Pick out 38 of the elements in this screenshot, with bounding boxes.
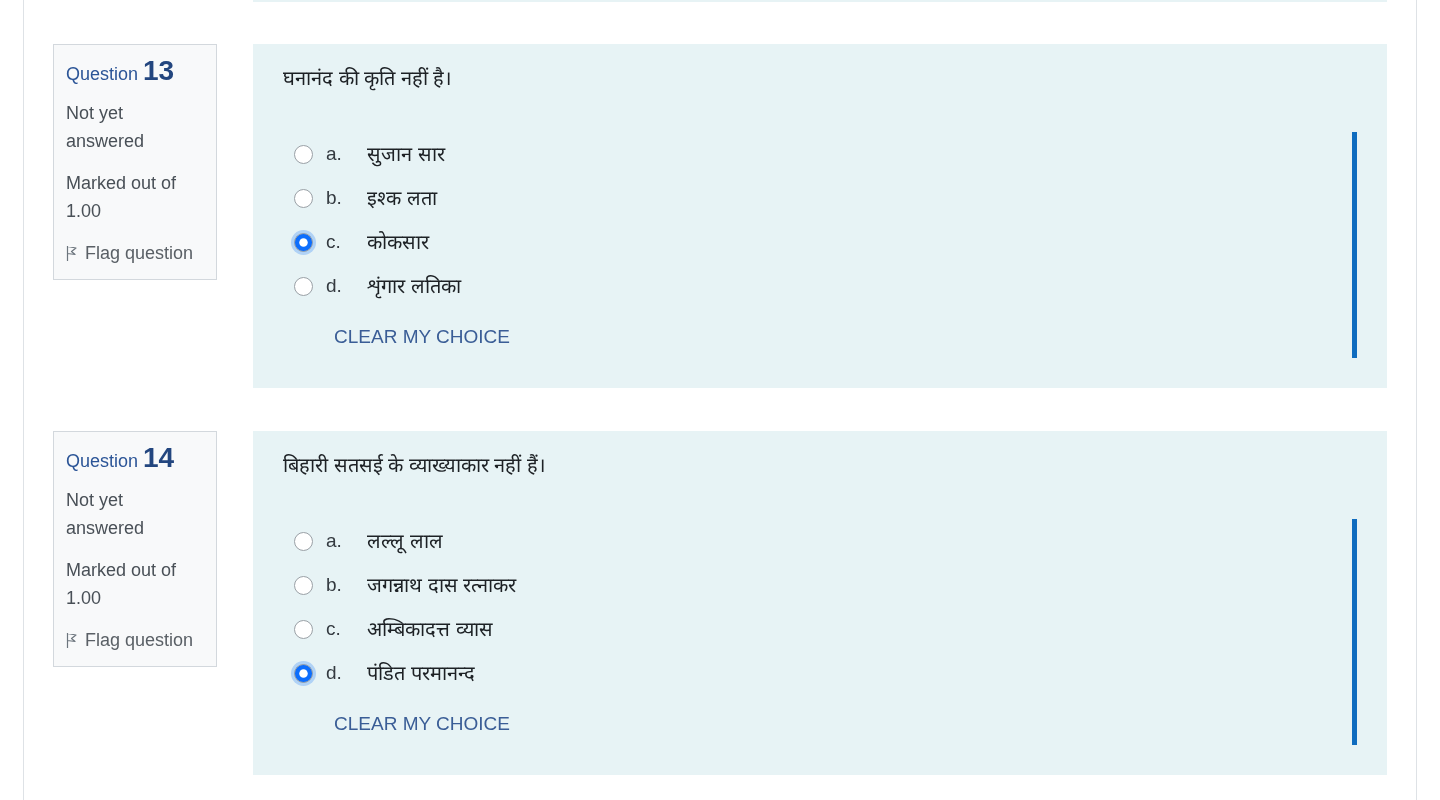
radio-button[interactable]	[294, 619, 313, 639]
marks-text: Marked out of 1.00	[66, 172, 178, 223]
option-text[interactable]: सुजान सार	[367, 139, 445, 169]
question-heading: Question 13	[66, 55, 176, 88]
flag-question-link[interactable]: Flag question	[66, 626, 198, 654]
question-text: घनानंद की कृति नहीं है।	[283, 66, 454, 93]
option-letter: b.	[326, 185, 343, 210]
clear-choice-button[interactable]: CLEAR MY CHOICE	[326, 706, 518, 742]
option-text[interactable]: जगन्नाथ दास रत्नाकर	[367, 570, 517, 600]
option-text[interactable]: इश्क लता	[367, 183, 437, 213]
status-text: Not yet answered	[66, 489, 146, 540]
option-letter: a.	[326, 141, 343, 166]
option-letter: c.	[326, 229, 342, 254]
option-text[interactable]: पंडित परमानन्द	[367, 658, 475, 688]
marks-text: Marked out of 1.00	[66, 559, 178, 610]
question-heading: Question 14	[66, 442, 176, 475]
radio-button[interactable]	[294, 188, 313, 208]
option-letter: b.	[326, 572, 343, 597]
radio-button[interactable]	[294, 575, 313, 595]
option-text[interactable]: अम्बिकादत्त व्यास	[367, 614, 493, 644]
question-text: बिहारी सतसई के व्याख्याकार नहीं हैं।	[283, 453, 547, 478]
option-letter: d.	[326, 273, 343, 298]
option-text[interactable]: लल्लू लाल	[367, 526, 443, 556]
flag-icon	[66, 631, 77, 649]
flag-icon	[66, 244, 77, 262]
radio-button[interactable]	[294, 663, 313, 683]
flag-question-link[interactable]: Flag question	[66, 239, 198, 267]
radio-button[interactable]	[294, 232, 313, 252]
option-letter: c.	[326, 616, 342, 641]
option-letter: d.	[326, 660, 343, 685]
radio-button[interactable]	[294, 531, 313, 551]
radio-button[interactable]	[294, 276, 313, 296]
status-text: Not yet answered	[66, 102, 146, 153]
clear-choice-button[interactable]: CLEAR MY CHOICE	[326, 319, 518, 355]
option-text[interactable]: शृंगार लतिका	[367, 271, 461, 301]
radio-button[interactable]	[294, 144, 313, 164]
option-text[interactable]: कोकसार	[367, 227, 429, 257]
option-letter: a.	[326, 528, 343, 553]
